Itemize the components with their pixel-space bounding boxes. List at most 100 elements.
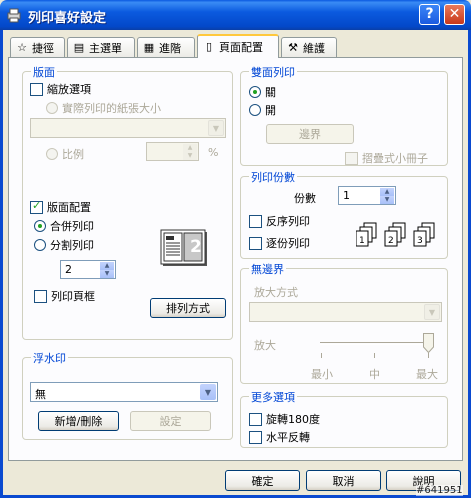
window-frame-left (0, 30, 3, 498)
merge-print-label: 合併列印 (50, 220, 94, 233)
title-bar[interactable]: 列印喜好設定 ? ✕ (0, 0, 471, 30)
cancel-button[interactable]: 取消 (306, 470, 381, 491)
star-icon: ☆ (17, 40, 27, 54)
spin-down-icon: ▼ (183, 152, 197, 160)
duplex-on-radio-dot[interactable] (249, 104, 261, 116)
mirror-check[interactable] (249, 430, 262, 444)
tab-main[interactable]: ▤ 主選單 (67, 37, 135, 57)
scale-option-label: 縮放選項 (47, 83, 91, 96)
duplex-off-radio[interactable]: 關 (249, 84, 276, 100)
copies-spinner[interactable]: 1 ▲ ▼ (338, 186, 396, 205)
reverse-order-checkbox[interactable]: 反序列印 (249, 213, 310, 229)
tab-label: 捷徑 (32, 41, 54, 55)
rotate-180-checkbox[interactable]: 旋轉180度 (249, 411, 320, 427)
percent-unit: % (208, 146, 219, 159)
rotate-180-check[interactable] (249, 412, 262, 426)
enlarge-method-select: ▼ (249, 302, 442, 322)
copies-group-title: 列印份數 (249, 169, 297, 185)
page-layout-label: 版面配置 (47, 201, 91, 214)
spin-down-icon[interactable]: ▼ (100, 270, 114, 278)
split-print-radio-dot[interactable] (34, 239, 46, 251)
ratio-radio-dot (46, 148, 58, 160)
paper-size-select: ▼ (30, 118, 226, 138)
booklet-label: 摺疊式小冊子 (362, 152, 428, 165)
scale-option-checkbox[interactable]: 縮放選項 (30, 81, 91, 97)
svg-text:2: 2 (388, 236, 394, 246)
spin-up-icon[interactable]: ▲ (380, 188, 394, 196)
slider-tick (374, 353, 375, 358)
print-border-check[interactable] (34, 289, 47, 303)
tab-maintenance[interactable]: ⚒ 維護 (281, 37, 337, 57)
slider-max-label: 最大 (416, 368, 438, 381)
add-delete-button[interactable]: 新增/刪除 (38, 411, 119, 431)
page-icon: ▯ (205, 40, 213, 53)
duplex-off-label: 關 (265, 86, 276, 99)
pages-per-sheet-spinner[interactable]: 2 ▲ ▼ (60, 260, 116, 279)
page-layout-check[interactable] (30, 199, 43, 214)
collate-checkbox[interactable]: 逐份列印 (249, 235, 310, 251)
print-border-checkbox[interactable]: 列印頁框 (34, 288, 95, 304)
chevron-down-icon[interactable]: ▼ (200, 384, 216, 400)
window-title: 列印喜好設定 (28, 11, 107, 26)
copies-label: 份數 (294, 192, 316, 205)
merge-print-radio-dot[interactable] (34, 220, 46, 232)
mirror-label: 水平反轉 (266, 431, 310, 444)
chevron-down-icon: ▼ (208, 120, 224, 136)
enlarge-slider-track (320, 342, 430, 345)
ratio-radio: 比例 (46, 146, 84, 162)
merge-print-radio[interactable]: 合併列印 (34, 218, 94, 234)
svg-text:3: 3 (417, 236, 423, 246)
duplex-on-label: 開 (265, 104, 276, 117)
spin-up-icon[interactable]: ▲ (100, 262, 114, 270)
slider-min-label: 最小 (311, 368, 333, 381)
collate-label: 逐份列印 (266, 237, 310, 250)
split-print-radio[interactable]: 分割列印 (34, 237, 94, 253)
enlarge-slider-thumb[interactable] (423, 333, 434, 356)
collate-check[interactable] (249, 236, 262, 250)
ratio-label: 比例 (62, 148, 84, 161)
printer-icon: ▤ (73, 40, 85, 54)
tab-page-layout[interactable]: ▯ 頁面配置 (197, 34, 279, 58)
spin-down-icon[interactable]: ▼ (380, 196, 394, 204)
enlarge-method-label: 放大方式 (254, 286, 298, 299)
close-button[interactable]: ✕ (444, 4, 465, 25)
watermark-settings-button[interactable]: 設定 (130, 411, 211, 431)
tab-label: 進階 (159, 41, 181, 55)
watermark-select[interactable]: 無 ▼ (30, 382, 218, 402)
duplex-group-title: 雙面列印 (249, 64, 297, 80)
watermark-value: 無 (35, 388, 46, 401)
mirror-checkbox[interactable]: 水平反轉 (249, 429, 310, 445)
image-watermark-tag: #641951 (416, 485, 463, 496)
margin-button[interactable]: 邊界 (266, 124, 354, 144)
print-border-label: 列印頁框 (51, 290, 95, 303)
borderless-group-title: 無邊界 (249, 261, 286, 277)
split-print-label: 分割列印 (50, 239, 94, 252)
reverse-order-check[interactable] (249, 214, 262, 228)
pages-per-sheet-value: 2 (65, 263, 72, 276)
booklet-checkbox: 摺疊式小冊子 (345, 150, 428, 166)
help-title-button[interactable]: ? (419, 4, 440, 25)
enlarge-label: 放大 (254, 339, 276, 352)
chevron-down-icon: ▼ (424, 304, 440, 320)
arrange-button[interactable]: 排列方式 (150, 298, 226, 318)
ratio-spinner: ▲ ▼ (146, 142, 199, 161)
advanced-icon: ▦ (143, 40, 155, 54)
layout-group-title: 版面 (31, 64, 57, 80)
duplex-on-radio[interactable]: 開 (249, 102, 276, 118)
copies-value: 1 (343, 189, 350, 202)
scale-option-check[interactable] (30, 82, 43, 96)
duplex-off-radio-dot[interactable] (249, 86, 261, 98)
spin-up-icon: ▲ (183, 144, 197, 152)
collate-preview-icon: 1 2 3 (355, 222, 442, 248)
actual-paper-radio-dot (46, 102, 58, 114)
printer-app-icon (7, 8, 21, 23)
slider-tick (321, 353, 322, 358)
page-layout-checkbox[interactable]: 版面配置 (30, 199, 91, 215)
more-options-group-title: 更多選項 (249, 389, 297, 405)
watermark-group-title: 浮水印 (31, 350, 68, 366)
booklet-check (345, 151, 358, 165)
ok-button[interactable]: 確定 (225, 470, 300, 491)
tab-shortcut[interactable]: ☆ 捷徑 (10, 37, 65, 57)
tab-advanced[interactable]: ▦ 進階 (137, 37, 195, 57)
actual-paper-radio: 實際列印的紙張大小 (46, 100, 161, 116)
